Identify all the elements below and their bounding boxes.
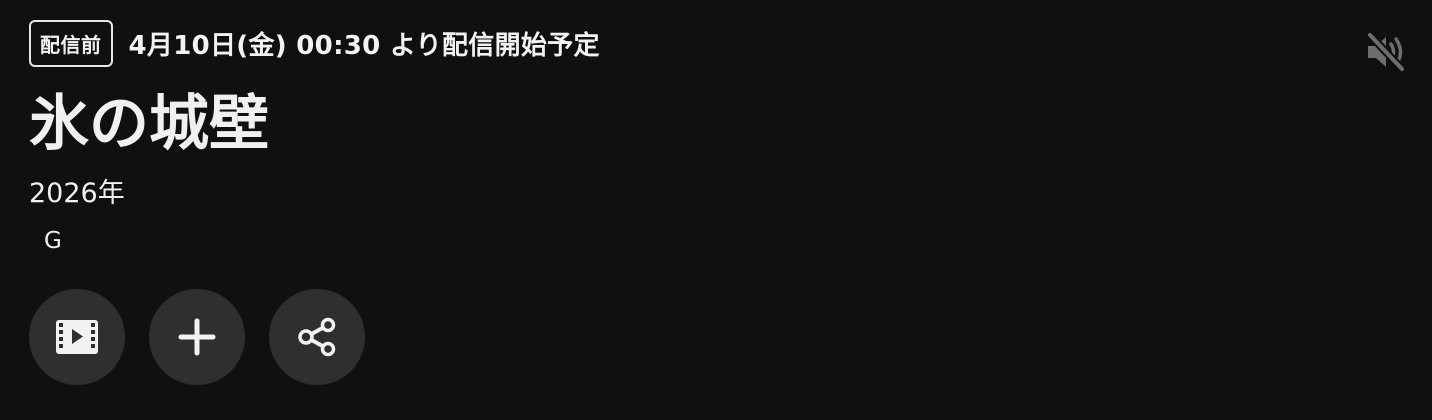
release-schedule: 4月10日(金) 00:30 より配信開始予定 <box>128 31 600 61</box>
film-play-icon <box>56 320 98 354</box>
share-icon <box>298 317 336 357</box>
mute-button[interactable] <box>1364 30 1408 74</box>
action-buttons <box>29 289 365 385</box>
age-rating: G <box>44 228 62 254</box>
plus-icon <box>178 318 216 356</box>
add-to-list-button[interactable] <box>149 289 245 385</box>
trailer-button[interactable] <box>29 289 125 385</box>
release-year: 2026年 <box>29 178 125 209</box>
page-title: 氷の城壁 <box>29 89 269 159</box>
volume-muted-icon <box>1366 31 1406 73</box>
share-button[interactable] <box>269 289 365 385</box>
status-badge: 配信前 <box>29 20 113 67</box>
status-row: 配信前 4月10日(金) 00:30 より配信開始予定 <box>29 20 600 67</box>
